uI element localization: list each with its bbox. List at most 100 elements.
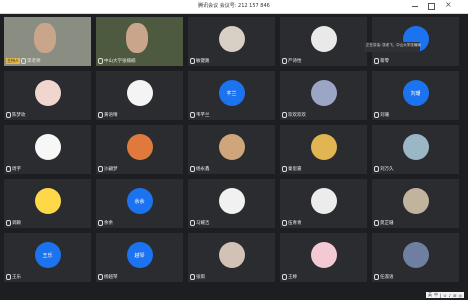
- avatar-label: 越琴: [134, 252, 145, 259]
- participant-tile[interactable]: 张雨: [188, 233, 275, 282]
- photo-avatar-icon: [310, 80, 337, 107]
- video-feed: [126, 23, 148, 53]
- participant-tile[interactable]: 刘珊 刘珊: [372, 71, 459, 120]
- sheep-avatar-icon: [218, 26, 245, 53]
- participant-name: 李老师: [27, 59, 41, 64]
- participant-tile[interactable]: 伍青青: [280, 179, 367, 228]
- participant-tile[interactable]: 调颖: [4, 179, 91, 228]
- participant-name: 敏键路: [196, 59, 210, 64]
- participant-name: 严诗怡: [288, 59, 302, 64]
- participant-nameplate: 周宇: [6, 166, 21, 172]
- microphone-icon: [6, 112, 11, 118]
- microphone-icon: [374, 112, 379, 118]
- participant-nameplate: 欢欢欢欢: [282, 112, 306, 118]
- microphone-icon: [98, 274, 103, 280]
- host-badge: 主持人: [6, 58, 20, 64]
- participant-nameplate: 调颖: [6, 220, 21, 226]
- participant-nameplate: 严诗怡: [282, 58, 302, 64]
- pikachu-avatar-icon: [310, 134, 337, 161]
- microphone-icon: [98, 220, 103, 226]
- participant-nameplate: 主持人 李老师: [6, 58, 41, 64]
- microphone-icon: [190, 112, 195, 118]
- participant-tile[interactable]: 周宇: [4, 125, 91, 174]
- participant-name: 王乐: [12, 275, 21, 280]
- photo-avatar-icon: [126, 134, 153, 161]
- participant-tile[interactable]: 陈梦玫: [4, 71, 91, 120]
- tray-item[interactable]: ◎: [459, 293, 463, 298]
- badge-avatar-icon: [218, 188, 245, 215]
- participant-tile[interactable]: 黄语晴: [96, 71, 183, 120]
- photo-avatar-icon: [218, 134, 245, 161]
- participant-nameplate: 中山大学张楠楠: [98, 58, 136, 64]
- microphone-icon: [282, 274, 287, 280]
- microphone-icon: [374, 58, 379, 64]
- microphone-icon: [282, 58, 287, 64]
- participant-name: 陈梦玫: [12, 113, 26, 118]
- participant-nameplate: 韦芊兰: [190, 112, 210, 118]
- microphone-icon: [98, 58, 103, 64]
- bottom-bar: 英中 J ⊙ ♪ ⊞ ◎: [0, 288, 468, 300]
- participant-tile[interactable]: 杨永鑫: [188, 125, 275, 174]
- sketch-avatar-icon: [34, 134, 61, 161]
- tray-item[interactable]: 英: [428, 292, 432, 298]
- cartoon-avatar-icon: [310, 26, 337, 53]
- text-avatar-icon: 刘珊: [402, 80, 429, 107]
- participant-tile[interactable]: 芊兰韦芊兰: [188, 71, 275, 120]
- participant-nameplate: 蒋零: [374, 58, 389, 64]
- participant-nameplate: 余余: [98, 220, 113, 226]
- participant-name: 刘万久: [380, 167, 394, 172]
- participant-tile[interactable]: 任淑语: [372, 233, 459, 282]
- tray-item[interactable]: 中: [434, 292, 438, 298]
- tray-item[interactable]: ⊙: [443, 293, 446, 298]
- photo-avatar-icon: [402, 134, 429, 161]
- participant-tile[interactable]: 秦思嘉: [280, 125, 367, 174]
- tray-item[interactable]: ⊞: [453, 293, 456, 298]
- close-button[interactable]: ×: [444, 0, 454, 11]
- participant-name: 沙翩梦: [104, 167, 118, 172]
- participant-name: 任淑语: [380, 275, 394, 280]
- microphone-icon: [282, 112, 287, 118]
- minimize-button[interactable]: [410, 2, 420, 11]
- participant-tile[interactable]: 严诗怡: [280, 17, 367, 66]
- participant-nameplate: 莫芷珊: [374, 220, 394, 226]
- participant-tile[interactable]: 主持人 李老师: [4, 17, 91, 66]
- participant-name: 王婷: [288, 275, 297, 280]
- avatar-label: 芊兰: [226, 90, 237, 97]
- participant-nameplate: 王乐: [6, 274, 21, 280]
- participant-tile[interactable]: 王乐 王乐: [4, 233, 91, 282]
- participant-nameplate: 杨永鑫: [190, 166, 210, 172]
- participant-tile[interactable]: 王婷: [280, 233, 367, 282]
- participant-name: 黄语晴: [104, 113, 118, 118]
- photo-avatar-icon: [402, 188, 429, 215]
- avatar-label: 王乐: [42, 252, 53, 259]
- emoji-avatar-icon: [34, 188, 61, 215]
- speaking-tooltip: 正在讲话: 张老飞、中山大学张楠楠: [364, 42, 421, 52]
- text-avatar-icon: 余余: [126, 188, 153, 215]
- tray-item[interactable]: J: [440, 293, 441, 298]
- participant-nameplate: 秦思嘉: [282, 166, 302, 172]
- flower-avatar-icon: [310, 242, 337, 269]
- tray-item[interactable]: ♪: [449, 293, 452, 298]
- participant-tile[interactable]: 中山大学张楠楠: [96, 17, 183, 66]
- microphone-icon: [374, 220, 379, 226]
- participant-nameplate: 刘珊: [374, 112, 389, 118]
- microphone-icon: [374, 166, 379, 172]
- participant-tile[interactable]: 越琴 杨越琴: [96, 233, 183, 282]
- microphone-icon: [190, 166, 195, 172]
- participant-tile[interactable]: 莫芷珊: [372, 179, 459, 228]
- participant-tile[interactable]: 余余 余余: [96, 179, 183, 228]
- microphone-icon: [6, 274, 11, 280]
- participant-name: 杨永鑫: [196, 167, 210, 172]
- system-tray: 英中 J ⊙ ♪ ⊞ ◎: [426, 292, 464, 298]
- participant-tile[interactable]: 敏键路: [188, 17, 275, 66]
- participant-tile[interactable]: 沙翩梦: [96, 125, 183, 174]
- participant-tile[interactable]: 刘万久: [372, 125, 459, 174]
- window-title: 腾讯会议 会议号: 212 157 846: [198, 3, 270, 9]
- participant-tile[interactable]: 马耀吉: [188, 179, 275, 228]
- maximize-button[interactable]: [426, 2, 436, 11]
- avatar-label: 刘珊: [410, 90, 421, 97]
- participant-tile[interactable]: 欢欢欢欢: [280, 71, 367, 120]
- microphone-icon: [190, 220, 195, 226]
- photo-avatar-icon: [402, 242, 429, 269]
- participant-nameplate: 陈梦玫: [6, 112, 26, 118]
